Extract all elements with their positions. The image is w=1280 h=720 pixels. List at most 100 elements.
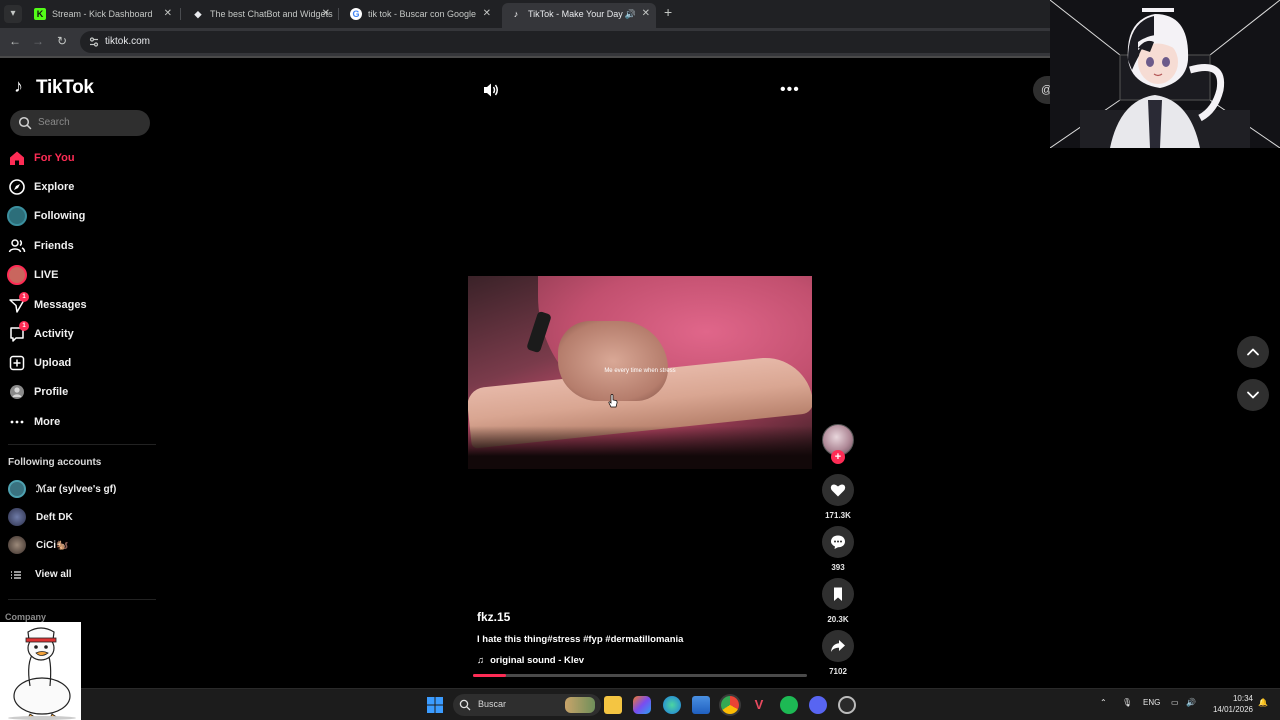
nav-more[interactable]: More	[6, 411, 156, 435]
like-button[interactable]	[822, 474, 854, 506]
view-all-link[interactable]: View all	[8, 565, 158, 585]
music-note-icon: ♫	[477, 655, 485, 666]
streamer-vtuber-overlay	[1050, 0, 1280, 148]
nav-messages[interactable]: 1 Messages	[6, 292, 156, 318]
nav-upload[interactable]: Upload	[6, 352, 156, 376]
footer-company-link[interactable]: Company	[5, 612, 46, 622]
followed-account[interactable]: Deft DK	[8, 508, 158, 528]
nav-following[interactable]: Following	[6, 205, 156, 229]
file-explorer-icon[interactable]	[604, 696, 622, 714]
chevron-down-icon	[1247, 391, 1259, 399]
more-options-icon[interactable]: •••	[780, 81, 800, 99]
chevron-up-icon	[1247, 348, 1259, 356]
next-video-button[interactable]	[1237, 379, 1269, 411]
nav-activity[interactable]: 1 Activity	[6, 321, 156, 347]
nav-friends[interactable]: Friends	[6, 235, 156, 259]
kick-icon: K	[34, 8, 46, 20]
comment-button[interactable]	[822, 526, 854, 558]
nav-live[interactable]: LIVE	[6, 264, 156, 288]
bookmark-icon	[834, 587, 842, 601]
back-arrow-icon[interactable]: ←	[7, 34, 23, 48]
copilot-icon[interactable]	[633, 696, 651, 714]
tab-title: tik tok - Buscar con Google	[368, 9, 477, 19]
followed-account[interactable]: CiCi🐿️	[8, 536, 158, 556]
network-icon[interactable]: ▭	[1171, 698, 1179, 707]
tiktok-icon: ♪	[513, 9, 519, 19]
close-icon[interactable]: ✕	[642, 3, 650, 25]
compass-icon	[9, 179, 25, 195]
speaker-icon[interactable]: 🔊	[625, 3, 636, 25]
save-count: 20.3K	[827, 615, 849, 624]
close-icon[interactable]: ✕	[322, 3, 330, 25]
avatar	[8, 508, 26, 526]
hand-cursor-icon	[608, 394, 618, 408]
close-icon[interactable]: ✕	[483, 3, 491, 25]
save-button[interactable]	[822, 578, 854, 610]
tab-kick-dashboard[interactable]: K Stream - Kick Dashboard ✕	[26, 3, 178, 25]
logo-text: TikTok	[36, 77, 94, 98]
tab-search-chevron-icon[interactable]: ▾	[4, 5, 22, 23]
share-button[interactable]	[822, 630, 854, 662]
windows-start-icon[interactable]	[426, 696, 444, 714]
nav-label: For You	[34, 152, 75, 164]
friends-icon	[8, 239, 26, 253]
nav-profile[interactable]: Profile	[6, 381, 156, 405]
account-name: ℳar (sylvee's gf)	[36, 484, 117, 495]
forward-arrow-icon[interactable]: →	[30, 34, 46, 48]
follow-button[interactable]: +	[831, 450, 845, 464]
chrome-icon[interactable]	[721, 696, 739, 714]
video-sound[interactable]: ♫ original sound - Klev	[477, 655, 584, 666]
tab-chatbot-widgets[interactable]: ◆ The best ChatBot and Widgets ✕	[184, 3, 336, 25]
tray-chevron-up-icon[interactable]: ⌃	[1100, 698, 1107, 707]
avatar	[8, 480, 26, 498]
search-input[interactable]: Search	[10, 110, 150, 136]
volume-icon[interactable]	[482, 82, 500, 98]
language-indicator[interactable]: ENG	[1143, 698, 1160, 707]
followed-account[interactable]: ℳar (sylvee's gf)	[8, 480, 158, 500]
duck-mascot-overlay	[0, 622, 81, 720]
volume-icon[interactable]: 🔊	[1186, 698, 1196, 707]
more-icon	[10, 420, 24, 424]
video-author-username[interactable]: fkz.15	[477, 610, 510, 624]
microsoft-store-icon[interactable]	[692, 696, 710, 714]
valorant-icon[interactable]: V	[750, 696, 768, 714]
tab-separator	[180, 8, 181, 20]
tab-title: Stream - Kick Dashboard	[52, 9, 153, 19]
previous-video-button[interactable]	[1237, 336, 1269, 368]
list-icon	[11, 571, 21, 579]
nav-label: Activity	[34, 328, 74, 340]
taskbar-search[interactable]: Buscar	[453, 694, 601, 716]
video-progress-bar[interactable]	[473, 674, 807, 677]
tab-title: TikTok - Make Your Day	[528, 9, 623, 19]
tab-tiktok[interactable]: ♪ TikTok - Make Your Day 🔊 ✕	[502, 3, 656, 28]
nav-explore[interactable]: Explore	[6, 176, 156, 200]
vtuber-avatar-image	[1050, 0, 1280, 148]
address-bar[interactable]: tiktok.com	[80, 31, 1060, 53]
video-frame-hand	[558, 321, 668, 401]
nav-for-you[interactable]: For You	[6, 147, 156, 171]
botrix-icon: ◆	[194, 9, 202, 19]
microphone-icon[interactable]: 🎙	[1122, 698, 1132, 707]
following-accounts-heading: Following accounts	[8, 457, 102, 468]
avatar	[8, 536, 26, 554]
system-clock[interactable]: 10:34 14/01/2026	[1209, 693, 1253, 715]
obs-icon[interactable]	[838, 696, 856, 714]
reload-icon[interactable]: ↻	[54, 34, 70, 48]
site-settings-icon[interactable]	[88, 36, 100, 48]
video-player[interactable]: Me every time when stress	[468, 276, 812, 469]
notification-bell-icon[interactable]: 🔔	[1258, 698, 1268, 707]
close-icon[interactable]: ✕	[164, 3, 172, 25]
share-icon	[831, 640, 845, 652]
video-frame-shadow	[468, 426, 812, 469]
tab-google-search[interactable]: G tik tok - Buscar con Google ✕	[342, 3, 497, 25]
spotify-icon[interactable]	[780, 696, 798, 714]
search-highlight-icon	[565, 697, 595, 713]
comment-count: 393	[831, 563, 845, 572]
tab-title: The best ChatBot and Widgets	[210, 9, 333, 19]
following-avatar-icon	[7, 206, 27, 226]
discord-icon[interactable]	[809, 696, 827, 714]
new-tab-button[interactable]: +	[664, 4, 672, 20]
nav-label: More	[34, 416, 61, 428]
comment-icon	[831, 535, 845, 549]
edge-icon[interactable]	[663, 696, 681, 714]
